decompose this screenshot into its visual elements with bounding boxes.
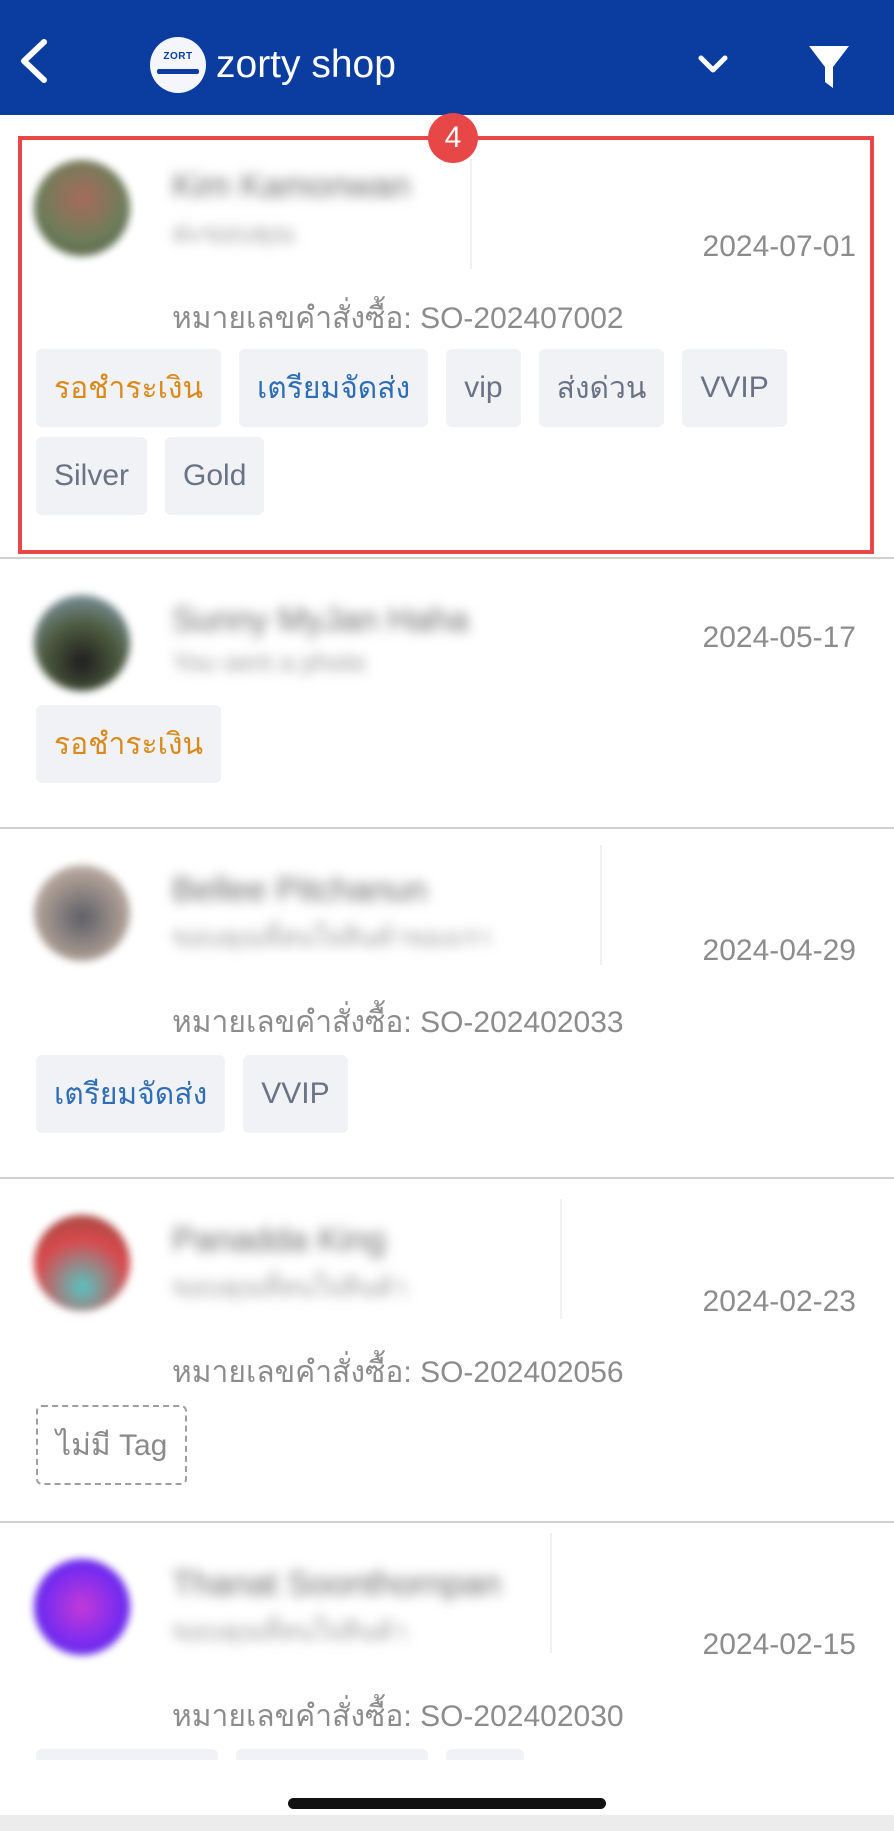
order-item[interactable]: Panadda King ขอบคุณที่สนใจสินค้า 2024-02…: [0, 1179, 894, 1523]
column-divider: [550, 1533, 552, 1653]
tag-list: เตรียมจัดส่ง VVIP: [36, 1055, 856, 1133]
last-message: ขอบคุณที่สนใจสินค้า: [172, 1272, 408, 1302]
customer-name: Panadda King: [172, 1221, 386, 1259]
chevron-down-icon: [698, 55, 728, 73]
customer-name: Sunny MyJan Haha: [172, 601, 469, 639]
customer-avatar: [34, 1559, 130, 1655]
order-date: 2024-05-17: [702, 621, 856, 654]
order-number-label: หมายเลขคำสั่งซื้อ:: [172, 1700, 412, 1733]
tag-list: รอชำระเงิน: [36, 705, 856, 783]
shop-logo-bar: [157, 69, 199, 74]
tag-no-tag[interactable]: ไม่มี Tag: [36, 1405, 188, 1485]
order-number: หมายเลขคำสั่งซื้อ: SO-202402056: [172, 1349, 624, 1396]
filter-icon: [809, 46, 849, 88]
order-number: หมายเลขคำสั่งซื้อ: SO-202402030: [172, 1693, 624, 1740]
customer-avatar: [34, 865, 130, 961]
order-number-label: หมายเลขคำสั่งซื้อ:: [172, 1356, 412, 1389]
tag-placeholder[interactable]: [36, 1749, 218, 1760]
order-date: 2024-02-23: [702, 1285, 856, 1318]
order-number: หมายเลขคำสั่งซื้อ: SO-202402033: [172, 999, 624, 1046]
tag-list: [36, 1749, 856, 1760]
tag-awaiting-payment[interactable]: รอชำระเงิน: [36, 705, 221, 783]
order-number-value: SO-202402033: [420, 1006, 624, 1039]
column-divider: [560, 1199, 562, 1319]
order-number-value: SO-202402030: [420, 1700, 624, 1733]
tag-placeholder[interactable]: [236, 1749, 428, 1760]
tag-list: ไม่มี Tag: [36, 1405, 856, 1485]
order-date: 2024-04-29: [702, 934, 856, 967]
last-message: You sent a photo: [172, 647, 367, 677]
customer-name: Bellee Pitchanun: [172, 871, 428, 909]
shop-selector-button[interactable]: [693, 50, 733, 80]
order-item[interactable]: Thanat Soonthornpan ขอบคุณที่สนใจสินค้า …: [0, 1523, 894, 1760]
filter-button[interactable]: [806, 42, 852, 92]
order-item[interactable]: Bellee Pitchanun ขอบคุณที่สนใจสินค้าของเ…: [0, 829, 894, 1179]
bottom-strip: [0, 1815, 894, 1831]
column-divider: [600, 845, 602, 965]
shop-logo-text: ZORT: [163, 51, 193, 62]
app-header: ZORT zorty shop: [0, 0, 894, 115]
highlight-box: [18, 136, 874, 554]
last-message: ขอบคุณที่สนใจสินค้าของเรา: [172, 922, 492, 952]
order-date: 2024-02-15: [702, 1628, 856, 1661]
tag-vvip[interactable]: VVIP: [243, 1055, 348, 1133]
customer-avatar: [34, 1215, 130, 1311]
customer-avatar: [34, 595, 130, 691]
tag-placeholder[interactable]: [446, 1749, 524, 1760]
customer-name: Thanat Soonthornpan: [172, 1565, 501, 1603]
step-badge: 4: [428, 113, 478, 163]
back-button[interactable]: [14, 36, 58, 86]
last-message: ขอบคุณที่สนใจสินค้า: [172, 1616, 408, 1646]
order-number-value: SO-202402056: [420, 1356, 624, 1389]
shop-name[interactable]: zorty shop: [216, 40, 396, 90]
home-indicator[interactable]: [288, 1798, 606, 1809]
tag-preparing-shipment[interactable]: เตรียมจัดส่ง: [36, 1055, 226, 1133]
shop-logo: ZORT: [150, 37, 206, 93]
order-number-label: หมายเลขคำสั่งซื้อ:: [172, 1006, 412, 1039]
order-item[interactable]: Sunny MyJan Haha You sent a photo 2024-0…: [0, 559, 894, 829]
chevron-left-icon: [21, 39, 47, 83]
